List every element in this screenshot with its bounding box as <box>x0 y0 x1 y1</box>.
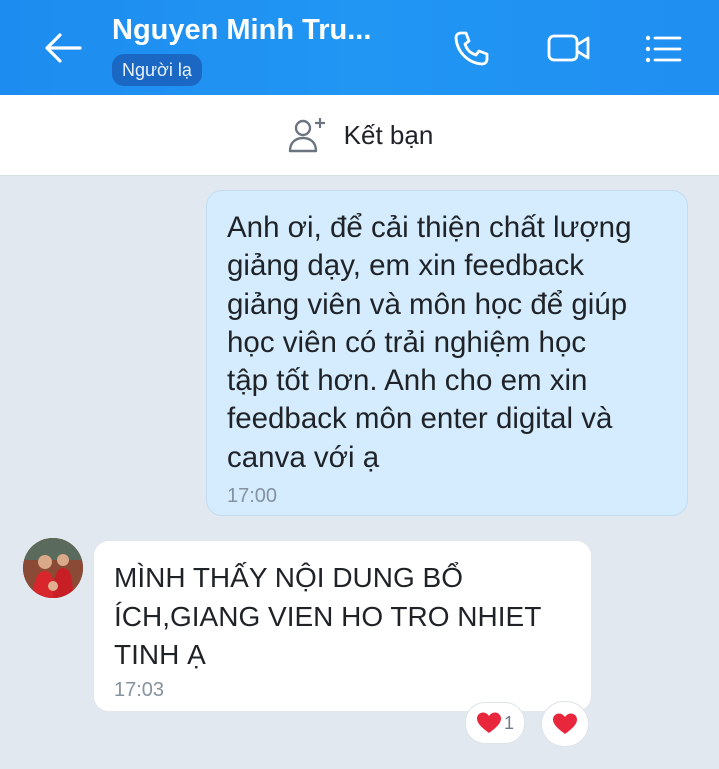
menu-list-icon <box>645 35 682 63</box>
back-button[interactable] <box>38 26 88 70</box>
avatar[interactable] <box>23 538 83 598</box>
contact-name[interactable]: Nguyen Minh Tru... <box>112 12 384 48</box>
add-friend-icon <box>288 118 325 153</box>
react-heart-button[interactable] <box>541 701 589 747</box>
heart-icon <box>553 713 577 734</box>
video-call-icon <box>547 34 590 62</box>
stranger-badge: Người lạ <box>112 54 202 86</box>
call-button[interactable] <box>449 26 493 70</box>
avatar-photo <box>23 538 83 598</box>
back-arrow-icon <box>45 33 82 63</box>
message-text: MÌNH THẤY NỘI DUNG BỔ ÍCH,GIANG VIEN HO … <box>114 562 542 670</box>
contact-info[interactable]: Nguyen Minh Tru... Người lạ <box>112 12 412 86</box>
video-call-button[interactable] <box>545 26 590 70</box>
message-time: 17:03 <box>114 678 165 701</box>
message-text: Anh ơi, để cải thiện chất lượng giảng dạ… <box>227 211 632 474</box>
phone-icon <box>454 31 489 66</box>
add-friend-button[interactable]: Kết bạn <box>0 95 719 176</box>
add-friend-label: Kết bạn <box>343 119 434 150</box>
reaction-count: 1 <box>503 712 514 733</box>
reaction-count-badge[interactable]: 1 <box>465 702 525 744</box>
chat-header: Nguyen Minh Tru... Người lạ <box>0 0 719 95</box>
message-time: 17:00 <box>227 485 278 508</box>
outgoing-message-bubble[interactable]: Anh ơi, để cải thiện chất lượng giảng dạ… <box>206 190 688 516</box>
heart-icon <box>476 712 501 733</box>
incoming-message-bubble[interactable]: MÌNH THẤY NỘI DUNG BỔ ÍCH,GIANG VIEN HO … <box>93 540 592 712</box>
menu-button[interactable] <box>640 26 684 70</box>
